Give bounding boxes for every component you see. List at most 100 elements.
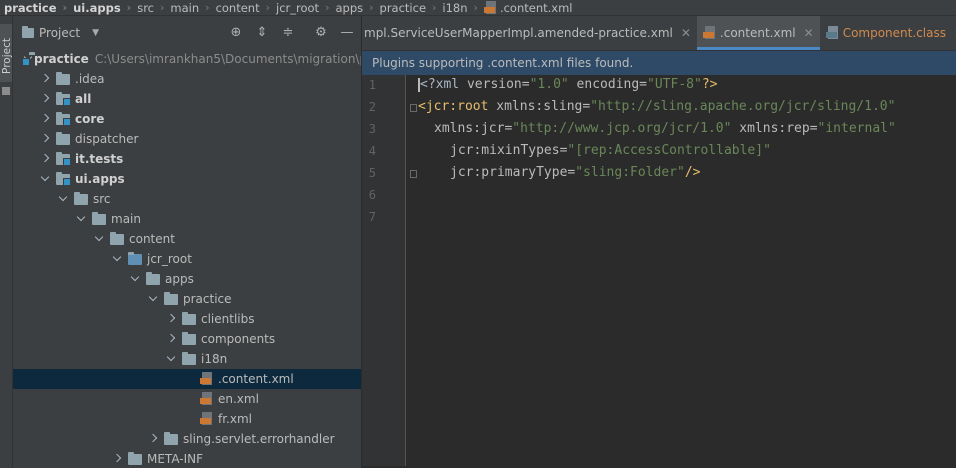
chevron-right-icon[interactable] xyxy=(40,134,50,144)
chevron-right-icon[interactable] xyxy=(40,154,50,164)
code-line-4: jcr:mixinTypes="[rep:AccessControllable]… xyxy=(450,143,771,158)
breadcrumb-item-src[interactable]: src › xyxy=(137,1,170,15)
tab-label: Component.class xyxy=(842,26,946,40)
tree-item-core[interactable]: core xyxy=(13,109,361,129)
folder-icon xyxy=(182,351,196,365)
tree-item-content[interactable]: content xyxy=(13,229,361,249)
chevron-right-icon: › xyxy=(126,1,132,14)
chevron-right-icon[interactable] xyxy=(40,114,50,124)
tree-item-label: content xyxy=(129,232,175,246)
tree-item-en-xml[interactable]: en.xml xyxy=(13,389,361,409)
code-token: "UTF-8" xyxy=(647,77,702,92)
chevron-right-icon[interactable] xyxy=(112,454,122,464)
structure-icon[interactable] xyxy=(2,87,10,95)
project-view-selector[interactable]: Project ▼ xyxy=(22,26,99,40)
chevron-right-icon[interactable] xyxy=(40,74,50,84)
tree-item-ui-apps[interactable]: ui.apps xyxy=(13,169,361,189)
editor-tabs: mpl.ServiceUserMapperImpl.amended-practi… xyxy=(362,16,956,51)
tree-item-apps[interactable]: apps xyxy=(13,269,361,289)
breadcrumb-label: .content.xml xyxy=(499,0,573,15)
tree-item-src[interactable]: src xyxy=(13,189,361,209)
tree-item-content-xml[interactable]: .content.xml xyxy=(13,369,361,389)
breadcrumb-item-ui-apps[interactable]: ui.apps › xyxy=(73,1,137,15)
folder-icon xyxy=(128,251,142,265)
tree-item-practice[interactable]: practice xyxy=(13,289,361,309)
chevron-right-icon[interactable] xyxy=(166,334,176,344)
chevron-right-icon[interactable] xyxy=(40,94,50,104)
chevron-right-icon[interactable] xyxy=(166,314,176,324)
tree-item-fr-xml[interactable]: fr.xml xyxy=(13,409,361,429)
fold-marker-icon[interactable] xyxy=(410,104,417,112)
code-token: jcr:mixinTypes= xyxy=(450,143,568,158)
line-number: 1 xyxy=(368,78,376,92)
close-icon[interactable]: ✕ xyxy=(681,26,691,40)
xml-file-icon xyxy=(200,392,213,406)
code-editor[interactable]: 1 2 3 4 5 6 7 <?xml version="1.0" encodi… xyxy=(362,75,956,466)
minimize-icon[interactable]: — xyxy=(340,26,354,40)
project-stripe-label: Project xyxy=(1,38,13,74)
folder-icon xyxy=(110,231,124,245)
code-token: xmlns:jcr= xyxy=(434,121,513,136)
chevron-down-icon[interactable] xyxy=(148,294,158,304)
tree-item-dispatcher[interactable]: dispatcher xyxy=(13,129,361,149)
chevron-down-icon[interactable] xyxy=(76,214,86,224)
code-token: "[rep:AccessControllable]" xyxy=(567,143,771,158)
chevron-down-icon[interactable] xyxy=(58,194,68,204)
gear-icon[interactable]: ⚙ xyxy=(314,26,328,40)
tree-item-label: ui.apps xyxy=(75,172,125,186)
tree-item-label: it.tests xyxy=(75,152,124,166)
breadcrumb-item-practice[interactable]: practice › xyxy=(4,1,73,15)
tree-item-jcr-root[interactable]: jcr_root xyxy=(13,249,361,269)
breadcrumb-item-main[interactable]: main › xyxy=(170,1,215,15)
code-line-5: jcr:primaryType="sling:Folder"/> xyxy=(450,165,700,180)
code-token: ?> xyxy=(701,77,718,92)
breadcrumb-label: practice xyxy=(379,0,427,15)
breadcrumb-item-i18n[interactable]: i18n › xyxy=(442,1,484,15)
tree-item-i18n[interactable]: i18n xyxy=(13,349,361,369)
tree-item-meta-inf[interactable]: META-INF xyxy=(13,449,361,468)
tree-item-label: sling.servlet.errorhandler xyxy=(183,432,335,446)
project-tool-window-button[interactable]: Project xyxy=(0,24,13,82)
chevron-down-icon[interactable] xyxy=(40,174,50,184)
tree-item-practice-root[interactable]: practice C:\Users\imrankhan5\Documents\m… xyxy=(13,49,361,69)
chevron-right-icon[interactable] xyxy=(148,434,158,444)
tab-content-xml[interactable]: .content.xml ✕ xyxy=(696,16,820,50)
module-folder-icon xyxy=(56,91,71,106)
chevron-down-icon[interactable] xyxy=(130,274,140,284)
locate-icon[interactable]: ⊕ xyxy=(229,26,243,40)
tree-item-main[interactable]: main xyxy=(13,209,361,229)
tree-item-components[interactable]: components xyxy=(13,329,361,349)
chevron-down-icon[interactable] xyxy=(112,254,122,264)
tree-item-sling-servlet-errorhandler[interactable]: sling.servlet.errorhandler xyxy=(13,429,361,449)
breadcrumb-item-apps[interactable]: apps › xyxy=(335,1,379,15)
breadcrumb-item-content-xml[interactable]: .content.xml xyxy=(483,0,573,15)
tool-window-stripe: Project xyxy=(0,16,13,468)
chevron-right-icon: › xyxy=(473,1,478,14)
code-token: "1.0" xyxy=(529,77,569,92)
tab-service-user-mapper-xml[interactable]: mpl.ServiceUserMapperImpl.amended-practi… xyxy=(362,16,697,50)
tree-item-idea[interactable]: .idea xyxy=(13,69,361,89)
editor-area: mpl.ServiceUserMapperImpl.amended-practi… xyxy=(362,16,956,468)
breadcrumb-label: jcr_root xyxy=(276,0,320,15)
chevron-down-icon[interactable] xyxy=(166,354,176,364)
tab-component-class[interactable]: Component.class ✕ xyxy=(820,16,956,50)
tree-item-it-tests[interactable]: it.tests xyxy=(13,149,361,169)
breadcrumb-item-content[interactable]: content › xyxy=(216,1,276,15)
breadcrumb-item-jcr-root[interactable]: jcr_root › xyxy=(276,1,335,15)
collapse-all-icon[interactable]: ≑ xyxy=(281,26,295,40)
fold-marker-icon[interactable] xyxy=(410,170,417,178)
xml-file-icon xyxy=(200,372,213,386)
line-number: 4 xyxy=(368,144,376,158)
breadcrumb-item-practice-folder[interactable]: practice › xyxy=(380,1,443,15)
module-folder-icon xyxy=(56,151,71,166)
tree-item-label: components xyxy=(201,332,276,346)
tree-item-all[interactable]: all xyxy=(13,89,361,109)
code-line-2: <jcr:root xmlns:sling="http://sling.apac… xyxy=(418,99,895,114)
chevron-down-icon[interactable] xyxy=(94,234,104,244)
tree-item-clientlibs[interactable]: clientlibs xyxy=(13,309,361,329)
line-number: 2 xyxy=(368,100,376,114)
expand-all-icon[interactable]: ⇕ xyxy=(255,26,269,40)
tree-item-label: core xyxy=(75,112,105,126)
close-icon[interactable]: ✕ xyxy=(804,26,814,40)
tree-item-label: practice xyxy=(183,292,232,306)
